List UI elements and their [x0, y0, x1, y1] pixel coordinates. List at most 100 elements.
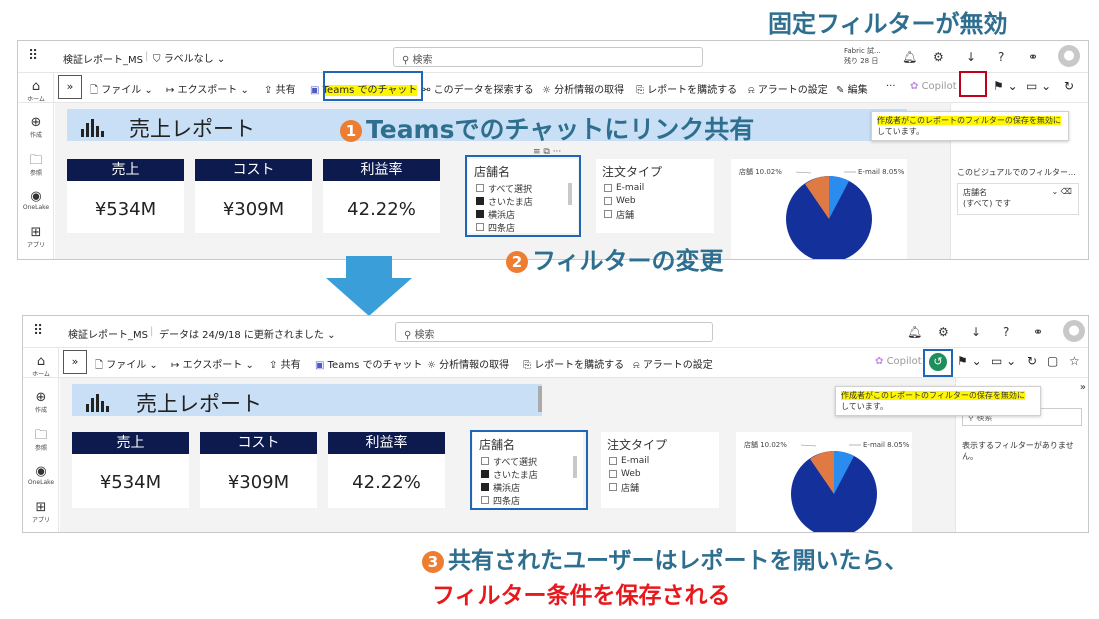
checkbox[interactable] [604, 210, 612, 218]
export-menu[interactable]: ↦ エクスポート ⌄ [171, 356, 254, 371]
pie-chart[interactable]: 店舗 10.02% E-mail 8.05% [731, 159, 907, 259]
avatar[interactable]: ● [1063, 320, 1085, 342]
app-launcher-icon[interactable]: ⠿ [33, 323, 43, 339]
gear-icon[interactable]: ⚙ [938, 325, 949, 339]
kpi-card-cost[interactable]: コスト ¥309M [195, 159, 312, 233]
share-button[interactable]: ⇪ 共有 [264, 81, 296, 96]
highlight-store-slicer [465, 155, 581, 237]
explore-data-button[interactable]: ⚯ このデータを探索する [422, 81, 534, 96]
nav-onelake[interactable]: ◉ OneLake [18, 189, 54, 211]
help-icon[interactable]: ? [998, 50, 1004, 64]
nav-onelake[interactable]: ◉ OneLake [23, 464, 59, 486]
kpi-card-cost[interactable]: コスト ¥309M [200, 432, 317, 508]
view-icon[interactable]: ▭ ⌄ [1026, 79, 1051, 93]
share-people-icon[interactable]: ⚭ [1033, 325, 1043, 339]
slicer-item[interactable]: 店舗 [604, 208, 706, 221]
collapse-pane-icon[interactable]: » [1080, 382, 1086, 393]
nav-create[interactable]: ⊕ 作成 [23, 390, 59, 414]
view-icon[interactable]: ▭ ⌄ [991, 354, 1016, 368]
alert-button[interactable]: ⍾ アラートの設定 [633, 356, 713, 371]
kpi-card-margin[interactable]: 利益率 42.22% [328, 432, 445, 508]
nav-home-label: ホーム [32, 371, 50, 378]
kpi-card-value: 42.22% [352, 472, 421, 493]
edit-button[interactable]: ✎ 編集 [836, 81, 868, 96]
expand-pane-button[interactable]: » [63, 350, 87, 374]
bell-icon[interactable]: 🔔︎ [907, 325, 922, 339]
slicer-item-label: Web [616, 196, 636, 206]
bookmark-icon[interactable]: ⚑ ⌄ [957, 354, 982, 368]
file-menu[interactable]: 🗋︎ ファイル ⌄ [90, 81, 153, 100]
expand-pane-button[interactable]: » [58, 75, 82, 99]
nav-browse[interactable]: 🗀︎ 参照 [18, 153, 54, 177]
comment-icon[interactable]: ▢ [1047, 354, 1058, 368]
download-icon[interactable]: ↓ [971, 325, 981, 339]
checkbox[interactable] [609, 483, 617, 491]
order-type-slicer[interactable]: 注文タイプ E-mail Web 店舗 [601, 432, 719, 508]
headline-fixed-filter-disabled: 固定フィルターが無効 [768, 10, 1008, 38]
help-icon[interactable]: ? [1003, 325, 1009, 339]
onelake-icon: ◉ [35, 464, 47, 479]
sensitivity-label-menu[interactable]: ⛉ ラベルなし ⌄ [153, 50, 225, 65]
kpi-card-sales[interactable]: 売上 ¥534M [67, 159, 184, 233]
checkbox[interactable] [604, 197, 612, 205]
report-name[interactable]: 検証レポート_MS [63, 51, 143, 66]
more-options-button[interactable]: ··· [886, 81, 896, 92]
fabric-trial-status[interactable]: Fabric 試... 残り 28 日 [844, 46, 881, 66]
avatar[interactable]: ● [1058, 45, 1080, 67]
checkbox[interactable] [604, 184, 612, 192]
copilot-button[interactable]: ✿ Copilot [910, 81, 957, 92]
report-name[interactable]: 検証レポート_MS [68, 326, 148, 341]
explore-icon: ⚯ [422, 85, 431, 96]
download-icon[interactable]: ↓ [966, 50, 976, 64]
checkbox[interactable] [609, 470, 617, 478]
chevron-down-icon: ⌄ [216, 54, 226, 65]
nav-create-label: 作成 [29, 132, 42, 139]
nav-browse[interactable]: 🗀︎ 参照 [23, 428, 59, 452]
slicer-item[interactable]: E-mail [604, 182, 706, 194]
insights-label: 分析情報の取得 [439, 360, 510, 371]
kpi-card-margin[interactable]: 利益率 42.22% [323, 159, 440, 233]
slicer-item[interactable]: 店舗 [609, 481, 711, 494]
slicer-item[interactable]: Web [609, 468, 711, 480]
order-type-slicer[interactable]: 注文タイプ E-mail Web 店舗 [596, 159, 714, 233]
insights-button[interactable]: ☼ 分析情報の取得 [542, 81, 624, 96]
subscribe-button[interactable]: ⎘ レポートを購読する [523, 356, 624, 371]
data-updated-menu[interactable]: データは 24/9/18 に更新されました ⌄ [159, 326, 335, 341]
pie-label-email: E-mail 8.05% [863, 441, 910, 449]
pie-chart[interactable]: 店舗 10.02% E-mail 8.05% [736, 432, 912, 532]
screenshot-after: ⠿ 検証レポート_MS | データは 24/9/18 に更新されました ⌄ ⚲ … [22, 315, 1089, 533]
checkbox[interactable] [609, 457, 617, 465]
slicer-item[interactable]: Web [604, 195, 706, 207]
bookmark-icon[interactable]: ⚑ ⌄ [993, 79, 1018, 93]
file-icon: 🗋︎ [90, 85, 99, 96]
share-people-icon[interactable]: ⚭ [1028, 50, 1038, 64]
refresh-icon[interactable]: ↻ [1064, 79, 1074, 93]
alert-button[interactable]: ⍾ アラートの設定 [748, 81, 828, 96]
search-input[interactable]: ⚲ 検索 [393, 47, 703, 67]
nav-apps[interactable]: ⊞ アプリ [23, 500, 59, 524]
file-menu[interactable]: 🗋︎ ファイル ⌄ [95, 356, 158, 375]
subscribe-label: レポートを購読する [534, 360, 625, 371]
gear-icon[interactable]: ⚙ [933, 50, 944, 64]
teams-chat-button[interactable]: ▣ Teams でのチャット [315, 356, 422, 371]
subscribe-button[interactable]: ⎘ レポートを購読する [636, 81, 737, 96]
alert-label: アラートの設定 [757, 85, 828, 96]
nav-home[interactable]: ⌂ ホーム [18, 79, 54, 103]
refresh-icon[interactable]: ↻ [1027, 354, 1037, 368]
export-menu[interactable]: ↦ エクスポート ⌄ [166, 81, 249, 96]
copilot-button[interactable]: ✿ Copilot [875, 356, 922, 367]
search-input[interactable]: ⚲ 検索 [395, 322, 713, 342]
share-button[interactable]: ⇪ 共有 [269, 356, 301, 371]
nav-home[interactable]: ⌂ ホーム [23, 354, 59, 378]
bell-icon[interactable]: 🔔︎ [902, 50, 917, 64]
star-icon[interactable]: ☆ [1069, 354, 1080, 368]
nav-apps[interactable]: ⊞ アプリ [18, 225, 54, 249]
insights-button[interactable]: ☼ 分析情報の取得 [427, 356, 509, 371]
app-launcher-icon[interactable]: ⠿ [28, 48, 38, 64]
chevron-down-icon[interactable]: ⌄ ⌫ [1051, 187, 1072, 196]
slicer-item[interactable]: E-mail [609, 455, 711, 467]
filter-card-store[interactable]: 店舗名 (すべて) です ⌄ ⌫ [957, 183, 1079, 215]
nav-create[interactable]: ⊕ 作成 [18, 115, 54, 139]
kpi-card-sales[interactable]: 売上 ¥534M [72, 432, 189, 508]
tooltip-line2: しています。 [841, 402, 888, 411]
